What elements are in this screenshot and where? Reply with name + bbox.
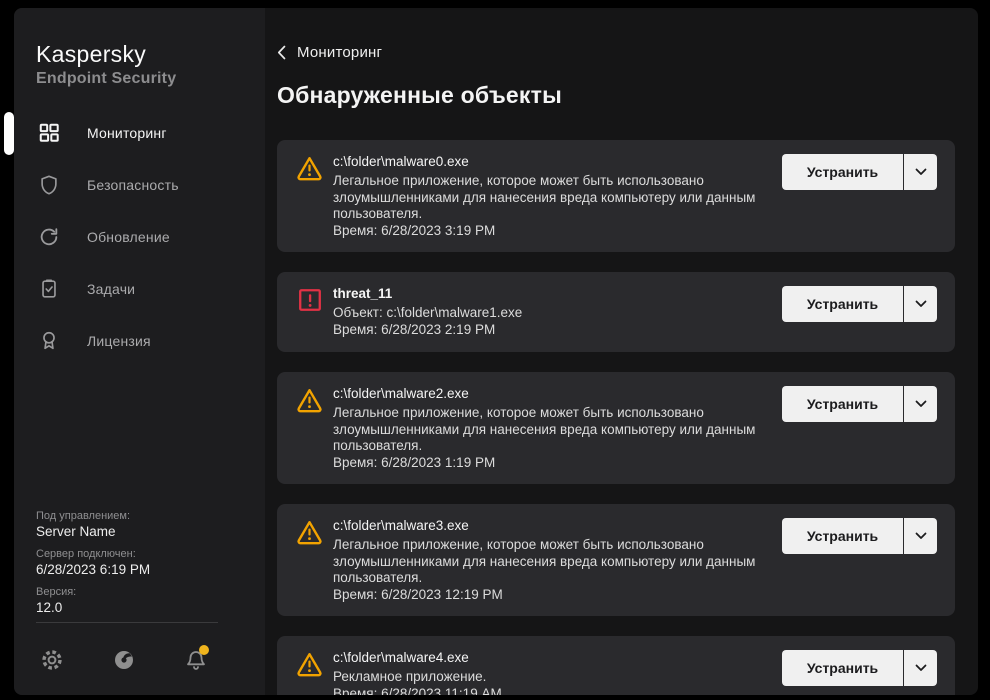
chevron-down-icon — [915, 168, 927, 176]
detection-time: Время: 6/28/2023 11:19 AM — [333, 686, 935, 696]
managed-by-label: Под управлением: — [36, 510, 236, 522]
support-button[interactable] — [110, 646, 138, 674]
critical-exclamation-icon — [298, 288, 322, 312]
brand-logo: Kaspersky Endpoint Security — [36, 42, 176, 88]
resolve-button-label: Устранить — [807, 528, 878, 544]
settings-button[interactable] — [38, 646, 66, 674]
sidebar-divider — [36, 622, 218, 623]
dashboard-icon — [38, 122, 60, 144]
managed-by-value: Server Name — [36, 524, 236, 539]
chevron-down-icon — [915, 532, 927, 540]
sidebar-item-label: Безопасность — [87, 177, 179, 193]
chevron-down-icon — [915, 300, 927, 308]
chevron-down-icon — [915, 400, 927, 408]
notification-dot — [199, 645, 209, 655]
resolve-button-label: Устранить — [807, 396, 878, 412]
active-nav-indicator-pill — [4, 112, 14, 155]
resolve-split-button: Устранить — [782, 518, 937, 554]
warning-triangle-icon — [296, 519, 323, 546]
detection-card: c:\folder\malware0.exe Легальное приложе… — [277, 140, 955, 252]
settings-gear-icon — [40, 648, 64, 672]
sync-icon — [38, 226, 60, 248]
app-window: ? ✕ Мониторинг Обнаруженные объекты c:\f… — [14, 8, 978, 695]
brand-product: Endpoint Security — [36, 70, 176, 88]
resolve-button[interactable]: Устранить — [782, 650, 903, 686]
resolve-button[interactable]: Устранить — [782, 154, 903, 190]
warning-triangle-icon — [296, 651, 323, 678]
page-title: Обнаруженные объекты — [277, 82, 562, 109]
shield-icon — [38, 174, 60, 196]
chevron-down-icon — [915, 664, 927, 672]
notifications-button[interactable] — [182, 646, 210, 674]
resolve-split-button: Устранить — [782, 650, 937, 686]
main-area: ? ✕ Мониторинг Обнаруженные объекты c:\f… — [265, 8, 978, 695]
detection-card: c:\folder\malware3.exe Легальное приложе… — [277, 504, 955, 616]
detection-time: Время: 6/28/2023 3:19 PM — [333, 223, 935, 240]
sidebar-item-label: Мониторинг — [87, 125, 167, 141]
server-connected-label: Сервер подключен: — [36, 548, 236, 560]
resolve-dropdown-button[interactable] — [904, 154, 937, 190]
detection-card: threat_11 Объект: c:\folder\malware1.exe… — [277, 272, 955, 352]
resolve-button[interactable]: Устранить — [782, 386, 903, 422]
resolve-dropdown-button[interactable] — [904, 650, 937, 686]
sidebar-item-label: Обновление — [87, 229, 170, 245]
sidebar-item-tasks[interactable]: Задачи — [14, 263, 265, 315]
server-connected-value: 6/28/2023 6:19 PM — [36, 562, 236, 577]
sidebar-item-update[interactable]: Обновление — [14, 211, 265, 263]
resolve-dropdown-button[interactable] — [904, 386, 937, 422]
resolve-split-button: Устранить — [782, 386, 937, 422]
resolve-dropdown-button[interactable] — [904, 286, 937, 322]
sidebar-item-license[interactable]: Лицензия — [14, 315, 265, 367]
license-award-icon — [38, 330, 60, 352]
sidebar-item-monitoring[interactable]: Мониторинг — [14, 107, 265, 159]
detection-time: Время: 6/28/2023 1:19 PM — [333, 455, 935, 472]
resolve-split-button: Устранить — [782, 286, 937, 322]
sidebar-actions — [14, 646, 265, 676]
resolve-button-label: Устранить — [807, 296, 878, 312]
brand-name: Kaspersky — [36, 42, 176, 67]
detection-time: Время: 6/28/2023 12:19 PM — [333, 587, 935, 604]
back-link[interactable]: Мониторинг — [277, 44, 382, 61]
version-label: Версия: — [36, 586, 236, 598]
detections-list: c:\folder\malware0.exe Легальное приложе… — [277, 140, 955, 695]
sidebar-item-label: Лицензия — [87, 333, 151, 349]
warning-triangle-icon — [296, 387, 323, 414]
tasks-clipboard-icon — [38, 278, 60, 300]
version-value: 12.0 — [36, 600, 236, 615]
warning-triangle-icon — [296, 155, 323, 182]
resolve-dropdown-button[interactable] — [904, 518, 937, 554]
sidebar-nav: Мониторинг Безопасность Обновление — [14, 107, 265, 367]
resolve-button-label: Устранить — [807, 660, 878, 676]
detection-card: c:\folder\malware4.exe Рекламное приложе… — [277, 636, 955, 695]
resolve-button[interactable]: Устранить — [782, 518, 903, 554]
resolve-button[interactable]: Устранить — [782, 286, 903, 322]
support-icon — [112, 648, 136, 672]
detection-time: Время: 6/28/2023 2:19 PM — [333, 322, 935, 339]
resolve-split-button: Устранить — [782, 154, 937, 190]
sidebar-item-label: Задачи — [87, 281, 135, 297]
server-info: Под управлением: Server Name Сервер подк… — [36, 510, 236, 624]
sidebar-item-security[interactable]: Безопасность — [14, 159, 265, 211]
chevron-left-icon — [277, 45, 286, 60]
back-link-label: Мониторинг — [297, 44, 382, 61]
sidebar: Kaspersky Endpoint Security Мониторинг — [14, 8, 265, 695]
detection-card: c:\folder\malware2.exe Легальное приложе… — [277, 372, 955, 484]
resolve-button-label: Устранить — [807, 164, 878, 180]
